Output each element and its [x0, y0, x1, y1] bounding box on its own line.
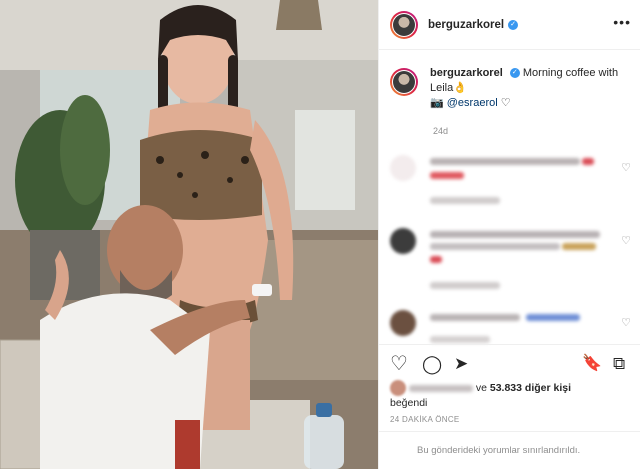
heart-icon[interactable]: ♡: [621, 161, 631, 174]
photo-illustration: [0, 0, 378, 469]
liker-avatar[interactable]: [390, 380, 406, 396]
more-options-icon[interactable]: •••: [613, 15, 631, 29]
likes-and: ve: [475, 381, 487, 394]
comments-restricted-notice: Bu gönderideki yorumlar sınırlandırıldı.: [379, 431, 640, 469]
caption-username[interactable]: berguzarkorel: [430, 67, 503, 79]
comment-emoji-blurred: [430, 256, 442, 263]
comment-emoji-blurred: [562, 243, 596, 250]
likes-summary: ve 53.833 diğer kişi beğendi: [390, 380, 635, 411]
caption: berguzarkorel ✓ Morning coffee with Leil…: [390, 66, 635, 111]
comment-avatar[interactable]: [390, 228, 416, 254]
share-icon[interactable]: ➤: [454, 353, 468, 375]
save-icon[interactable]: 🔖: [582, 353, 602, 375]
like-icon[interactable]: ♡: [390, 353, 408, 375]
heart-icon[interactable]: ♡: [621, 234, 631, 247]
avatar-ring: [392, 12, 416, 37]
post-header: berguzarkorel ✓ •••: [379, 0, 640, 50]
comment-text-blurred: [430, 158, 580, 165]
liker-name-blurred[interactable]: [408, 384, 473, 392]
avatar-ring: [392, 70, 416, 94]
post-photo[interactable]: [0, 0, 378, 469]
comment-text-blurred: [430, 314, 520, 321]
comment-item: ♡: [390, 155, 635, 204]
avatar-image: [393, 71, 415, 93]
comment-meta-blurred: [430, 336, 490, 343]
avatar-image: [393, 13, 415, 36]
post-timestamp[interactable]: 24 DAKİKA ÖNCE: [390, 415, 460, 424]
caption-mention[interactable]: @esraerol: [447, 97, 498, 109]
heart-outline-icon: ♡: [500, 97, 511, 109]
likes-liked: beğendi: [390, 397, 428, 409]
comment-item: ♡: [390, 228, 635, 289]
post-sidebar: berguzarkorel ✓ ••• berguzarkorel ✓ Morn…: [378, 0, 640, 469]
verified-icon: ✓: [509, 68, 520, 79]
comment-text-blurred: [430, 231, 600, 238]
comment-emoji-blurred: [582, 158, 594, 165]
heart-icon[interactable]: ♡: [621, 316, 631, 329]
verified-icon: ✓: [508, 19, 519, 30]
comment-avatar[interactable]: [390, 310, 416, 336]
comment-text-blurred: [430, 243, 560, 250]
caption-text-block: berguzarkorel ✓ Morning coffee with Leil…: [430, 66, 635, 111]
ok-hand-icon: 👌: [453, 82, 467, 94]
likes-count[interactable]: 53.833: [490, 382, 522, 394]
comment-emoji-blurred: [526, 314, 580, 321]
actions-divider: [379, 344, 640, 345]
comment-meta-blurred: [430, 197, 500, 204]
igtv-icon[interactable]: ⧉: [613, 353, 625, 375]
caption-age: 24d: [433, 126, 449, 136]
action-bar: ♡ ◯ ➤ 🔖 ⧉: [379, 350, 640, 380]
caption-avatar[interactable]: [390, 68, 418, 96]
likes-others[interactable]: diğer kişi: [525, 382, 571, 394]
comment-avatar[interactable]: [390, 155, 416, 181]
camera-icon: 📷: [430, 97, 444, 109]
comment-icon[interactable]: ◯: [422, 353, 442, 375]
comment-meta-blurred: [430, 282, 500, 289]
comment-emoji-blurred: [430, 172, 464, 179]
avatar[interactable]: [390, 10, 418, 39]
header-username[interactable]: berguzarkorel: [428, 19, 504, 31]
